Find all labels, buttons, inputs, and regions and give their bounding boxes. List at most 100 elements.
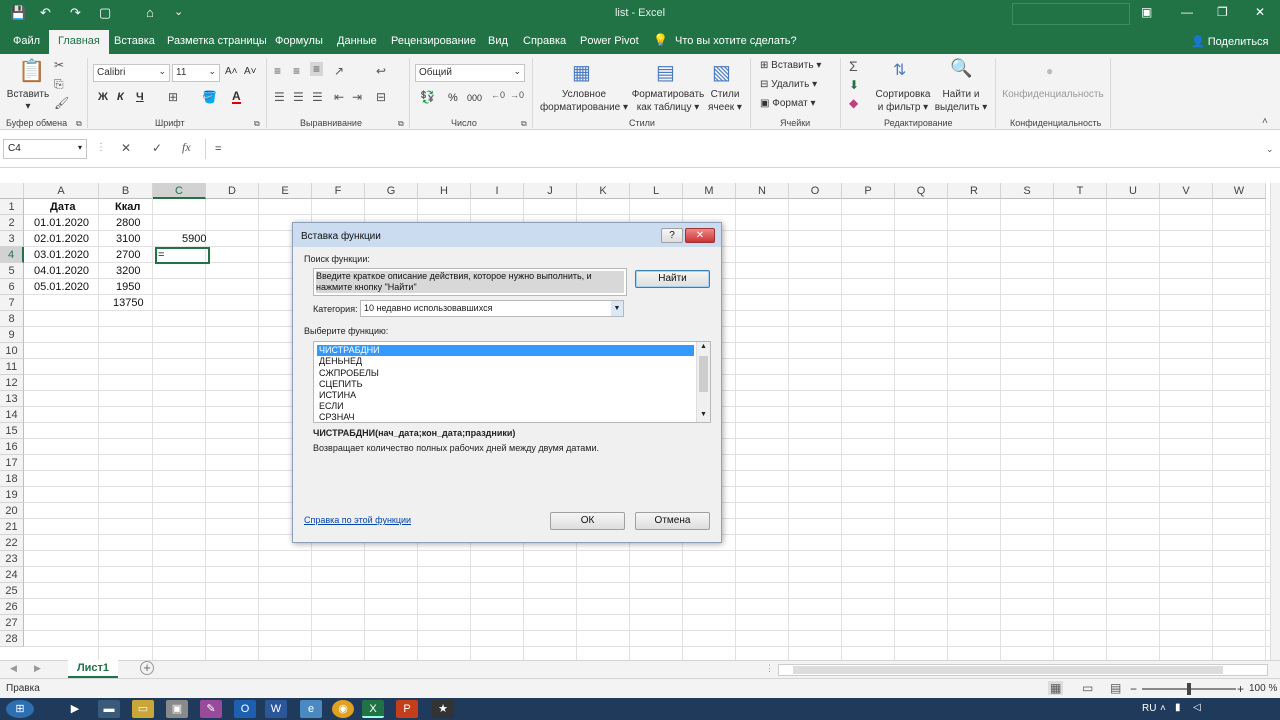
merge-center-icon[interactable]: ⊟ — [376, 90, 386, 104]
close-window-button[interactable]: ✕ — [1255, 5, 1265, 19]
cell-a3[interactable]: 02.01.2020 — [34, 231, 89, 247]
row-header-8[interactable]: 8 — [0, 311, 24, 327]
column-header-w[interactable]: W — [1213, 183, 1266, 199]
borders-icon[interactable]: ⊞ — [168, 90, 178, 104]
cell-a4[interactable]: 03.01.2020 — [34, 247, 89, 263]
expand-formula-bar-icon[interactable]: ⌄ — [1266, 144, 1274, 155]
column-header-k[interactable]: K — [577, 183, 630, 199]
vertical-scrollbar[interactable] — [1270, 183, 1280, 660]
cancel-button[interactable]: Отмена — [635, 512, 710, 530]
column-header-p[interactable]: P — [842, 183, 895, 199]
cell-a6[interactable]: 05.01.2020 — [34, 279, 89, 295]
formula-input[interactable]: = — [215, 143, 221, 155]
cut-icon[interactable]: ✂ — [54, 58, 64, 72]
cell-a1[interactable]: Дата — [50, 199, 75, 215]
function-item-selected[interactable]: ЧИСТРАБДНИ — [317, 345, 694, 356]
scroll-thumb[interactable] — [699, 356, 708, 392]
powerpoint-icon[interactable]: P — [396, 700, 418, 718]
media-player-icon[interactable]: ▶ — [64, 700, 86, 718]
column-header-r[interactable]: R — [948, 183, 1001, 199]
row-header-2[interactable]: 2 — [0, 215, 24, 231]
horizontal-scrollbar[interactable] — [778, 664, 1268, 676]
shrink-font-button[interactable]: A˅ — [244, 66, 257, 77]
column-header-s[interactable]: S — [1001, 183, 1054, 199]
next-sheet-icon[interactable]: ▶ — [34, 663, 41, 674]
network-icon[interactable]: ▮ — [1175, 702, 1181, 713]
row-header-21[interactable]: 21 — [0, 519, 24, 535]
function-list-scrollbar[interactable]: ▲ ▼ — [696, 342, 710, 422]
zoom-slider[interactable] — [1142, 683, 1236, 695]
format-as-table-icon[interactable]: ▤ — [656, 60, 675, 85]
cancel-icon[interactable]: ✕ — [121, 141, 131, 155]
dialog-help-button[interactable]: ? — [661, 228, 683, 243]
decrease-decimal-icon[interactable]: →0 — [510, 90, 524, 100]
cell-b7[interactable]: 13750 — [113, 295, 144, 311]
scroll-up-icon[interactable]: ▲ — [700, 343, 707, 350]
underline-button[interactable]: Ч — [136, 91, 144, 103]
folder-icon[interactable]: ▭ — [132, 700, 154, 718]
format-as-table-button[interactable]: Форматировать как таблицу ▾ — [630, 88, 706, 114]
cell-b4[interactable]: 2700 — [116, 247, 140, 263]
sheet-tab-list1[interactable]: Лист1 — [68, 660, 118, 678]
number-format-combo[interactable]: Общий ⌄ — [415, 64, 525, 82]
row-header-4[interactable]: 4 — [0, 247, 24, 263]
font-size-combo[interactable]: 11 ⌄ — [172, 64, 220, 82]
row-header-23[interactable]: 23 — [0, 551, 24, 567]
column-header-u[interactable]: U — [1107, 183, 1160, 199]
search-function-input[interactable]: Введите краткое описание действия, котор… — [313, 268, 627, 296]
zoom-out-button[interactable]: − — [1130, 682, 1137, 696]
column-header-c[interactable]: C — [153, 183, 206, 199]
name-box[interactable]: C4 ▾ — [3, 139, 87, 159]
function-item[interactable]: СРЗНАЧ — [317, 412, 694, 423]
horizontal-scrollbar-thumb[interactable] — [793, 666, 1223, 674]
row-header-12[interactable]: 12 — [0, 375, 24, 391]
tab-review[interactable]: Рецензирование — [391, 35, 476, 47]
column-header-i[interactable]: I — [471, 183, 524, 199]
cell-b6[interactable]: 1950 — [116, 279, 140, 295]
tab-formulas[interactable]: Формулы — [275, 35, 323, 47]
orientation-icon[interactable]: ↗ — [334, 64, 344, 78]
share-button[interactable]: 👤 Поделиться — [1191, 35, 1269, 48]
font-color-icon[interactable]: A — [232, 90, 241, 104]
cell-b3[interactable]: 3100 — [116, 231, 140, 247]
thousands-button[interactable]: 000 — [467, 93, 482, 103]
excel-icon[interactable]: X — [362, 700, 384, 718]
clipboard-launcher-icon[interactable]: ⧉ — [76, 119, 82, 129]
align-bottom-icon[interactable]: ≡ — [310, 62, 324, 76]
tab-insert[interactable]: Вставка — [114, 35, 155, 47]
paste-icon[interactable]: 📋 — [18, 58, 45, 84]
column-header-n[interactable]: N — [736, 183, 789, 199]
cell-c3[interactable]: 5900 — [182, 231, 206, 247]
cell-a2[interactable]: 01.01.2020 — [34, 215, 89, 231]
number-launcher-icon[interactable]: ⧉ — [521, 119, 527, 129]
cell-b1[interactable]: Ккал — [115, 199, 140, 215]
row-header-15[interactable]: 15 — [0, 423, 24, 439]
browser-icon[interactable]: e — [300, 700, 322, 718]
row-header-3[interactable]: 3 — [0, 231, 24, 247]
cell-b2[interactable]: 2800 — [116, 215, 140, 231]
function-list[interactable]: ЧИСТРАБДНИ ДЕНЬНЕД СЖПРОБЕЛЫ СЦЕПИТЬ ИСТ… — [313, 341, 711, 423]
maximize-button[interactable]: ❐ — [1217, 5, 1228, 19]
row-header-26[interactable]: 26 — [0, 599, 24, 615]
row-header-7[interactable]: 7 — [0, 295, 24, 311]
page-layout-view-icon[interactable]: ▭ — [1082, 681, 1093, 695]
row-header-10[interactable]: 10 — [0, 343, 24, 359]
find-select-button[interactable]: Найти и выделить ▾ — [932, 88, 990, 114]
function-item[interactable]: ЕСЛИ — [317, 401, 694, 412]
accounting-format-icon[interactable]: 💱 — [420, 90, 435, 104]
chrome-icon[interactable]: ◉ — [332, 700, 354, 718]
minimize-button[interactable]: — — [1181, 5, 1193, 19]
row-header-22[interactable]: 22 — [0, 535, 24, 551]
insert-function-icon[interactable]: fx — [182, 140, 191, 155]
tab-power-pivot[interactable]: Power Pivot — [580, 35, 639, 47]
clear-icon[interactable]: ◆ — [849, 96, 858, 110]
find-select-icon[interactable]: 🔍 — [950, 58, 972, 79]
prev-sheet-icon[interactable]: ◀ — [10, 663, 17, 674]
ribbon-display-icon[interactable]: ▣ — [1141, 5, 1152, 19]
volume-icon[interactable]: ◁ — [1193, 702, 1201, 713]
percent-button[interactable]: % — [448, 92, 458, 104]
tab-file[interactable]: Файл — [13, 35, 40, 47]
font-launcher-icon[interactable]: ⧉ — [254, 119, 260, 129]
cell-b5[interactable]: 3200 — [116, 263, 140, 279]
row-header-6[interactable]: 6 — [0, 279, 24, 295]
